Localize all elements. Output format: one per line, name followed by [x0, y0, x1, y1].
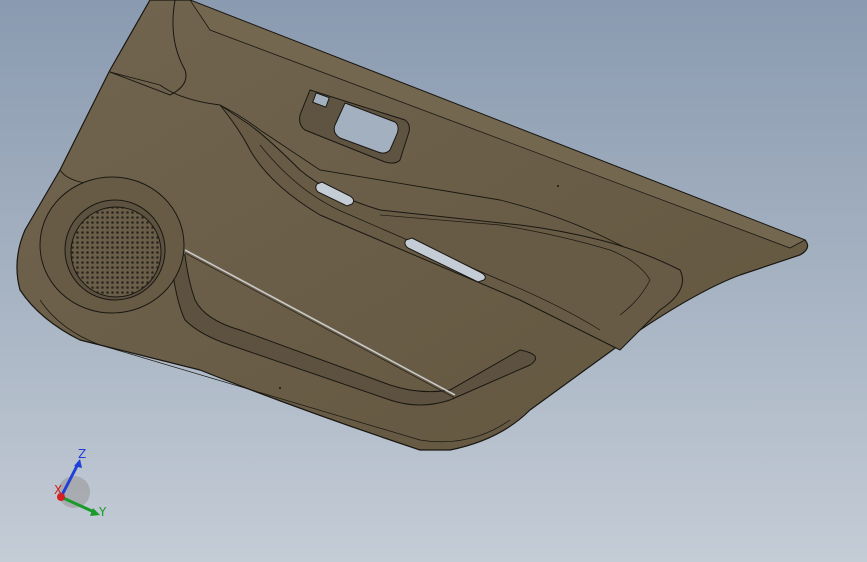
triad-y-label: Y [98, 505, 107, 519]
detail-dot-2 [279, 387, 281, 389]
detail-dot-1 [557, 185, 559, 187]
door-panel-model[interactable] [0, 0, 867, 562]
speaker-grille [70, 206, 162, 298]
triad-z-label: Z [78, 447, 86, 461]
triad-x-label: X [54, 483, 62, 497]
graphics-viewport[interactable]: Z Y X [0, 0, 867, 562]
coordinate-triad: Z Y X [54, 447, 107, 519]
